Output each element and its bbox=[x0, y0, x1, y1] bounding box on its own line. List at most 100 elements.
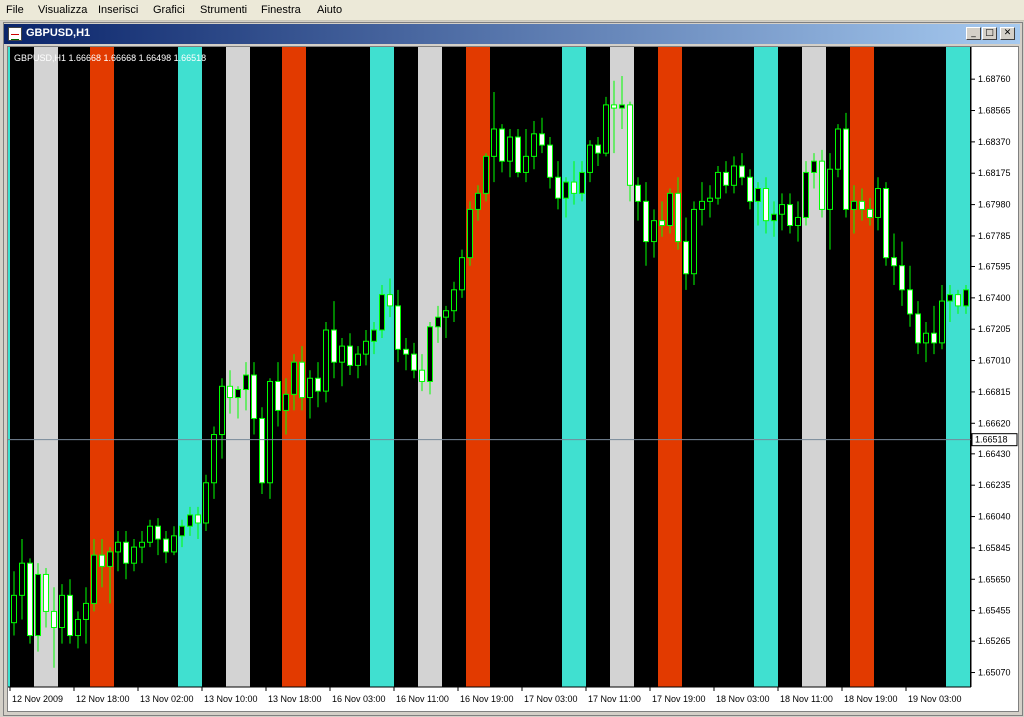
candle-body bbox=[707, 197, 713, 202]
menu-grafici[interactable]: Grafici bbox=[153, 4, 185, 16]
y-tick-label: 1.65265 bbox=[978, 636, 1011, 646]
x-tick-label: 13 Nov 10:00 bbox=[204, 694, 258, 704]
menu-visualizza[interactable]: Visualizza bbox=[38, 4, 87, 16]
candle-body bbox=[219, 385, 225, 436]
y-tick-label: 1.66620 bbox=[978, 418, 1011, 428]
y-tick-label: 1.68565 bbox=[978, 106, 1011, 116]
candle-body bbox=[371, 329, 377, 342]
restore-button[interactable]: □ bbox=[982, 27, 997, 40]
minimize-button[interactable]: _ bbox=[966, 27, 981, 40]
candle-body bbox=[867, 208, 873, 218]
candle-body bbox=[203, 482, 209, 524]
candle-body bbox=[275, 380, 281, 411]
candle-body bbox=[363, 340, 369, 355]
x-tick-label: 13 Nov 18:00 bbox=[268, 694, 322, 704]
candle-body bbox=[723, 171, 729, 186]
session-band bbox=[178, 47, 202, 687]
candle-body bbox=[883, 188, 889, 259]
candle-body bbox=[283, 393, 289, 411]
candle-body bbox=[315, 377, 321, 392]
candle-body bbox=[795, 216, 801, 226]
y-tick-label: 1.65845 bbox=[978, 543, 1011, 553]
candle-body bbox=[715, 171, 721, 199]
candle-body bbox=[507, 136, 513, 162]
chart-area[interactable]: 1.68760 1.68565 1.68370 1.68175 1.67980 1.677… bbox=[7, 46, 1019, 712]
x-tick-label: 16 Nov 03:00 bbox=[332, 694, 386, 704]
candle-body bbox=[291, 361, 297, 395]
candle-body bbox=[115, 541, 121, 553]
candle-body bbox=[603, 104, 609, 154]
x-tick-label: 16 Nov 11:00 bbox=[396, 694, 449, 704]
candle-body bbox=[899, 265, 905, 291]
candle-body bbox=[347, 345, 353, 366]
candle-body bbox=[963, 289, 969, 307]
session-band bbox=[802, 47, 826, 687]
candle-body bbox=[555, 176, 561, 199]
candlestick-chart[interactable]: 1.68760 1.68565 1.68370 1.68175 1.67980 1.677… bbox=[8, 47, 1018, 711]
candle-body bbox=[763, 188, 769, 222]
x-tick-label: 17 Nov 03:00 bbox=[524, 694, 578, 704]
session-band bbox=[658, 47, 682, 687]
candle-body bbox=[67, 594, 73, 637]
candle-body bbox=[939, 300, 945, 344]
candle-body bbox=[875, 188, 881, 218]
candle-body bbox=[619, 104, 625, 109]
candle-body bbox=[547, 144, 553, 178]
candle-body bbox=[611, 104, 617, 109]
candle-body bbox=[235, 389, 241, 399]
menu-aiuto[interactable]: Aiuto bbox=[317, 4, 342, 16]
session-band bbox=[370, 47, 394, 687]
candle-body bbox=[11, 594, 17, 624]
x-tick-label: 12 Nov 2009 bbox=[12, 694, 63, 704]
x-tick-label: 17 Nov 19:00 bbox=[652, 694, 706, 704]
candle-body bbox=[251, 374, 257, 419]
candle-body bbox=[563, 181, 569, 199]
candle-body bbox=[483, 155, 489, 194]
candle-body bbox=[131, 546, 137, 564]
x-tick-label: 13 Nov 02:00 bbox=[140, 694, 194, 704]
candle-body bbox=[523, 155, 529, 173]
candle-body bbox=[451, 289, 457, 312]
close-button[interactable]: ✕ bbox=[1000, 27, 1015, 40]
candle-body bbox=[339, 345, 345, 363]
candle-body bbox=[579, 171, 585, 194]
candle-body bbox=[403, 348, 409, 355]
candle-body bbox=[331, 329, 337, 363]
session-band bbox=[850, 47, 874, 687]
candle-body bbox=[59, 594, 65, 629]
candle-body bbox=[147, 525, 153, 543]
candle-body bbox=[355, 353, 361, 366]
candle-body bbox=[931, 332, 937, 344]
candle-body bbox=[35, 573, 41, 637]
candle-body bbox=[667, 192, 673, 226]
x-tick-label: 18 Nov 03:00 bbox=[716, 694, 770, 704]
y-tick-label: 1.66815 bbox=[978, 387, 1011, 397]
candle-body bbox=[211, 434, 217, 484]
candle-body bbox=[827, 168, 833, 210]
chart-window-titlebar[interactable]: GBPUSD,H1 _ □ ✕ bbox=[4, 24, 1020, 44]
candle-body bbox=[435, 316, 441, 328]
candle-body bbox=[107, 551, 113, 567]
session-band bbox=[8, 47, 10, 687]
x-tick-label: 17 Nov 11:00 bbox=[588, 694, 641, 704]
menu-finestra[interactable]: Finestra bbox=[261, 4, 301, 16]
menu-file[interactable]: File bbox=[6, 4, 24, 16]
y-tick-label: 1.67595 bbox=[978, 261, 1011, 271]
menu-inserisci[interactable]: Inserisci bbox=[98, 4, 138, 16]
candle-body bbox=[75, 618, 81, 637]
candle-body bbox=[587, 144, 593, 173]
y-tick-label: 1.67785 bbox=[978, 231, 1011, 241]
candle-body bbox=[171, 535, 177, 553]
x-tick-label: 12 Nov 18:00 bbox=[76, 694, 130, 704]
menu-strumenti[interactable]: Strumenti bbox=[200, 4, 247, 16]
candle-body bbox=[163, 538, 169, 553]
x-tick-label: 18 Nov 19:00 bbox=[844, 694, 898, 704]
candle-body bbox=[731, 165, 737, 186]
candle-body bbox=[187, 514, 193, 527]
candle-body bbox=[811, 160, 817, 173]
candle-body bbox=[179, 525, 185, 537]
candle-body bbox=[259, 417, 265, 484]
candle-body bbox=[491, 128, 497, 157]
y-tick-label: 1.68760 bbox=[978, 74, 1011, 84]
candle-body bbox=[923, 332, 929, 344]
